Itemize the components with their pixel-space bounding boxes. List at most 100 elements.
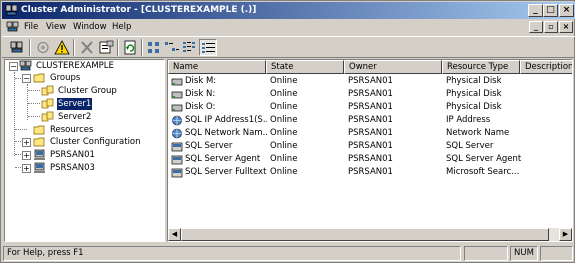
delete-icon[interactable] xyxy=(78,39,96,56)
large-icons-view-icon[interactable] xyxy=(145,39,163,56)
title-bar[interactable]: Cluster Administrator - [CLUSTEREXAMPLE … xyxy=(2,2,575,19)
window-title: Cluster Administrator - [CLUSTEREXAMPLE … xyxy=(21,5,257,15)
table-row[interactable]: Disk N: Online PSRSAN01 Physical Disk xyxy=(168,88,572,101)
tree-node-label: Cluster Configuration xyxy=(50,137,141,147)
cell-name: Disk N: xyxy=(185,89,216,99)
cell-name: Disk O: xyxy=(185,102,216,112)
tree-node-label: Server1 xyxy=(55,97,94,111)
expand-psrsan01-expander[interactable]: + xyxy=(22,151,31,160)
scroll-left-button[interactable]: ◀ xyxy=(168,228,181,241)
column-header-description[interactable]: Description xyxy=(520,60,572,74)
collapse-root-expander[interactable]: − xyxy=(9,62,18,71)
document-cluster-icon[interactable] xyxy=(6,21,19,33)
mdi-close-button[interactable]: × xyxy=(559,21,573,33)
close-button[interactable]: × xyxy=(559,4,574,17)
tree-node-label: PSRSAN01 xyxy=(50,150,95,160)
cell-owner: PSRSAN01 xyxy=(348,89,393,99)
cell-state: Online xyxy=(270,76,298,86)
table-row[interactable]: SQL Server Agent Online PSRSAN01 SQL Server… xyxy=(168,153,572,166)
cell-owner: PSRSAN01 xyxy=(348,128,393,138)
disk-icon xyxy=(171,78,183,86)
tree-connector xyxy=(14,72,15,156)
tree-connector xyxy=(28,116,40,117)
maximize-button[interactable]: □ xyxy=(543,4,558,17)
cluster-connect-icon[interactable] xyxy=(8,39,26,56)
cell-type: SQL Server xyxy=(446,141,494,151)
scroll-right-button[interactable]: ▶ xyxy=(559,228,572,241)
resource-icon xyxy=(171,142,183,152)
menu-help[interactable]: Help xyxy=(112,22,131,32)
table-row[interactable]: Disk O: Online PSRSAN01 Physical Disk xyxy=(168,101,572,114)
cell-name: SQL Server Agent xyxy=(185,154,261,164)
table-row[interactable]: SQL Server Online PSRSAN01 SQL Server xyxy=(168,140,572,153)
tree-connector xyxy=(15,129,27,130)
network-icon xyxy=(172,128,182,139)
minimize-button[interactable]: _ xyxy=(528,4,543,17)
cell-owner: PSRSAN01 xyxy=(348,102,393,112)
horizontal-scrollbar[interactable]: ◀ ▶ xyxy=(168,228,572,241)
cell-name: SQL Server Fulltext xyxy=(185,167,267,177)
expand-cluster-configuration-expander[interactable]: + xyxy=(22,138,31,147)
details-view-icon[interactable] xyxy=(199,39,217,56)
small-icons-view-icon[interactable] xyxy=(163,39,181,56)
folder-icon xyxy=(33,137,45,147)
warning-icon[interactable] xyxy=(53,39,71,56)
column-header-owner[interactable]: Owner xyxy=(344,60,442,74)
resource-icon xyxy=(171,155,183,165)
status-help-text: For Help, press F1 xyxy=(3,246,461,261)
mdi-minimize-button[interactable]: _ xyxy=(529,21,543,33)
table-row[interactable]: SQL Network Nam... Online PSRSAN01 Network … xyxy=(168,127,572,140)
cell-name: Disk M: xyxy=(185,76,217,86)
collapse-groups-expander[interactable]: − xyxy=(22,74,31,83)
resource-list-pane[interactable]: Name State Owner Resource Type Descripti… xyxy=(167,59,573,242)
cell-name: SQL Network Nam... xyxy=(185,128,267,138)
cell-owner: PSRSAN01 xyxy=(348,154,393,164)
table-row[interactable]: SQL Server Fulltext Online PSRSAN01 Microso… xyxy=(168,166,572,179)
column-header-resource-type[interactable]: Resource Type xyxy=(442,60,520,74)
cell-owner: PSRSAN01 xyxy=(348,167,393,177)
disk-icon xyxy=(171,104,183,112)
status-pane-empty xyxy=(464,246,508,261)
cluster-icon xyxy=(19,60,32,71)
menu-window[interactable]: Window xyxy=(73,22,107,32)
folder-icon xyxy=(33,125,45,135)
cell-type: Microsoft Searc... xyxy=(446,167,520,177)
tree-connector xyxy=(28,90,40,91)
menu-bar: File View Window Help _ ▫ × xyxy=(2,19,575,36)
tree-connector xyxy=(15,141,21,142)
column-header-name[interactable]: Name xyxy=(168,60,266,74)
cell-state: Online xyxy=(270,115,298,125)
tree-pane[interactable]: − CLUSTEREXAMPLE − Groups Cluster Group … xyxy=(4,59,165,242)
network-icon xyxy=(172,115,182,126)
status-pane-scroll xyxy=(540,246,573,261)
group-icon xyxy=(41,111,54,122)
folder-open-icon xyxy=(33,73,45,83)
bring-online-icon[interactable] xyxy=(34,39,52,56)
group-icon xyxy=(41,85,54,96)
cell-name: SQL IP Address1(S... xyxy=(185,115,267,125)
cell-type: Physical Disk xyxy=(446,102,502,112)
tree-node-label: CLUSTEREXAMPLE xyxy=(36,61,114,71)
column-header-state[interactable]: State xyxy=(266,60,344,74)
mdi-restore-button[interactable]: ▫ xyxy=(544,21,558,33)
server-node-icon xyxy=(34,162,45,173)
cell-type: Physical Disk xyxy=(446,76,502,86)
toolbar-separator xyxy=(73,39,75,56)
status-bar: For Help, press F1 NUM xyxy=(2,244,575,263)
status-num-lock: NUM xyxy=(510,246,538,261)
scroll-thumb[interactable] xyxy=(181,228,549,241)
cell-state: Online xyxy=(270,102,298,112)
menu-view[interactable]: View xyxy=(46,22,66,32)
table-row[interactable]: SQL IP Address1(S... Online PSRSAN01 IP Add… xyxy=(168,114,572,127)
cell-type: Network Name xyxy=(446,128,510,138)
refresh-icon[interactable] xyxy=(121,39,139,56)
list-view-icon[interactable] xyxy=(181,39,199,56)
toolbar-separator xyxy=(117,39,119,56)
server-node-icon xyxy=(34,149,45,160)
group-icon xyxy=(41,98,54,109)
expand-psrsan03-expander[interactable]: + xyxy=(22,164,31,173)
menu-file[interactable]: File xyxy=(24,22,38,32)
cell-type: Physical Disk xyxy=(446,89,502,99)
table-row[interactable]: Disk M: Online PSRSAN01 Physical Disk xyxy=(168,75,572,88)
properties-icon[interactable] xyxy=(97,39,115,56)
